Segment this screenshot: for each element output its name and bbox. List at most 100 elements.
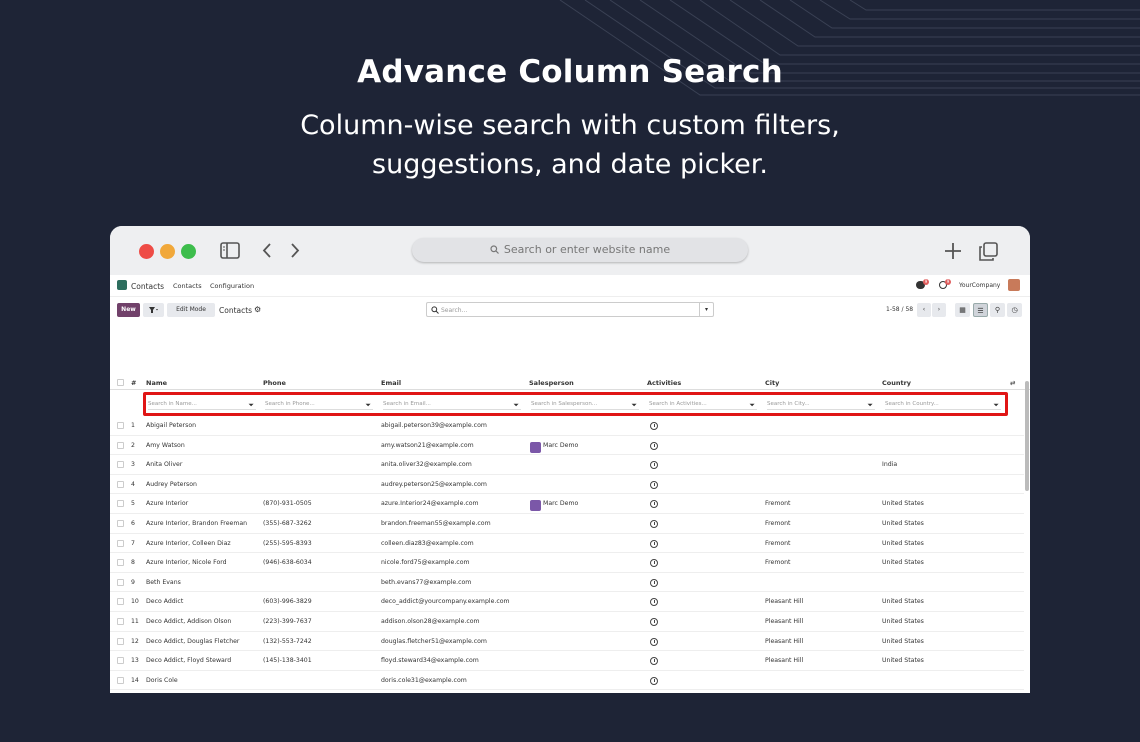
table-row[interactable]: 1 Abigail Peterson abigail.peterson39@exam… xyxy=(110,416,1024,436)
row-checkbox[interactable] xyxy=(117,480,124,488)
forward-arrow-icon[interactable] xyxy=(290,242,300,259)
module-name[interactable]: Contacts xyxy=(131,282,164,291)
cell-name: Beth Evans xyxy=(146,578,181,586)
menu-configuration[interactable]: Configuration xyxy=(210,282,254,290)
table-row[interactable]: 10 Deco Addict (603)-996-3829 deco_addict@y… xyxy=(110,592,1024,612)
row-checkbox[interactable] xyxy=(117,441,124,449)
close-window-button[interactable] xyxy=(139,244,154,259)
search-options-toggle[interactable]: ▾ xyxy=(699,303,713,316)
cell-country: United States xyxy=(882,520,924,527)
row-checkbox[interactable] xyxy=(117,461,124,469)
table-row[interactable]: 6 Azure Interior, Brandon Freeman (355)-68… xyxy=(110,514,1024,534)
activity-clock-icon[interactable] xyxy=(650,500,658,509)
new-button[interactable]: New xyxy=(117,303,140,317)
activity-clock-icon[interactable] xyxy=(650,657,658,666)
header-phone[interactable]: Phone xyxy=(263,379,286,387)
menu-contacts[interactable]: Contacts xyxy=(173,282,202,290)
activity-clock-icon[interactable] xyxy=(650,578,658,587)
pager-next-button[interactable]: › xyxy=(932,303,946,317)
row-checkbox[interactable] xyxy=(117,676,124,684)
cell-city: Pleasant Hill xyxy=(765,598,804,606)
cell-name: Deco Addict xyxy=(146,598,184,606)
activity-clock-icon[interactable] xyxy=(650,559,658,568)
header-email[interactable]: Email xyxy=(381,379,401,387)
activity-clock-icon[interactable] xyxy=(650,598,658,607)
activity-clock-icon[interactable] xyxy=(650,618,658,626)
table-row[interactable]: 11 Deco Addict, Addison Olson (223)-399-76… xyxy=(110,612,1024,632)
row-checkbox[interactable] xyxy=(117,657,124,665)
select-all-checkbox[interactable] xyxy=(117,379,124,386)
activity-clock-icon[interactable] xyxy=(650,637,658,646)
activity-clock-icon[interactable] xyxy=(650,461,658,470)
table-row[interactable]: 3 Anita Oliver anita.oliver32@example.com I… xyxy=(110,455,1024,475)
cell-salesperson: Marc Demo xyxy=(543,441,579,449)
activity-clock-icon[interactable] xyxy=(650,422,658,430)
table-row[interactable]: 5 Azure Interior (870)-931-0505 azure.Inter… xyxy=(110,494,1024,514)
edit-mode-button[interactable]: Edit Mode xyxy=(167,303,215,317)
table-row[interactable]: 13 Deco Addict, Floyd Steward (145)-138-34… xyxy=(110,651,1024,671)
row-checkbox[interactable] xyxy=(117,559,124,567)
banner-subtitle: Column-wise search with custom filters, … xyxy=(0,106,1140,184)
cell-n: 7 xyxy=(131,539,135,547)
table-row[interactable]: 14 Doris Cole doris.cole31@example.com xyxy=(110,671,1024,691)
activity-clock-icon[interactable] xyxy=(650,676,658,685)
maximize-window-button[interactable] xyxy=(181,244,196,259)
table-row[interactable]: 7 Azure Interior, Colleen Diaz (255)-595-8… xyxy=(110,534,1024,554)
cell-n: 1 xyxy=(131,422,135,429)
activity-view-button[interactable]: ◷ xyxy=(1007,303,1022,317)
user-avatar[interactable] xyxy=(1008,279,1020,291)
header-activities[interactable]: Activities xyxy=(647,379,681,387)
cell-n: 3 xyxy=(131,461,135,469)
map-view-button[interactable]: ⚲ xyxy=(990,303,1005,317)
activity-clock-icon[interactable] xyxy=(650,539,658,548)
gear-icon[interactable]: ⚙ xyxy=(254,305,261,314)
filter-dropdown-button[interactable] xyxy=(143,303,164,317)
new-tab-icon[interactable] xyxy=(944,242,962,260)
activity-clock-icon[interactable] xyxy=(650,520,658,528)
row-checkbox[interactable] xyxy=(117,520,124,527)
row-checkbox[interactable] xyxy=(117,578,124,586)
header-name[interactable]: Name xyxy=(146,379,167,387)
scrollbar-thumb[interactable] xyxy=(1025,381,1029,491)
row-checkbox[interactable] xyxy=(117,637,124,645)
cell-email: brandon.freeman55@example.com xyxy=(381,520,491,527)
activity-clock-icon[interactable] xyxy=(650,441,658,450)
cell-country: United States xyxy=(882,637,924,645)
sidebar-toggle-icon[interactable] xyxy=(220,242,240,259)
company-name[interactable]: YourCompany xyxy=(959,282,1000,289)
search-icon xyxy=(490,245,499,254)
table-row[interactable]: 2 Amy Watson amy.watson21@example.com Marc … xyxy=(110,436,1024,456)
cell-city: Fremont xyxy=(765,559,791,567)
pager-value[interactable]: 1-58 / 58 xyxy=(886,306,913,313)
back-arrow-icon[interactable] xyxy=(262,242,272,259)
table-row[interactable]: 15Eli Lamberteli.lambert22@example.comMa… xyxy=(110,690,1024,693)
row-checkbox[interactable] xyxy=(117,618,124,625)
address-bar[interactable]: Search or enter website name xyxy=(412,238,748,262)
table-row[interactable]: 8 Azure Interior, Nicole Ford (946)-638-60… xyxy=(110,553,1024,573)
tabs-overview-icon[interactable] xyxy=(979,242,998,261)
top-navbar: Contacts Contacts Configuration 9 9 Your… xyxy=(110,275,1030,297)
cell-country: United States xyxy=(882,618,924,625)
cell-country: United States xyxy=(882,559,924,567)
search-bar[interactable]: Search... ▾ xyxy=(426,302,714,317)
list-view-button[interactable]: ☰ xyxy=(973,303,988,317)
header-salesperson[interactable]: Salesperson xyxy=(529,379,574,387)
row-checkbox[interactable] xyxy=(117,422,124,429)
table-row[interactable]: 4 Audrey Peterson audrey.peterson25@exampl… xyxy=(110,475,1024,495)
row-checkbox[interactable] xyxy=(117,500,124,508)
row-checkbox[interactable] xyxy=(117,598,124,606)
header-city[interactable]: City xyxy=(765,379,779,387)
salesperson-avatar xyxy=(530,441,541,453)
table-row[interactable]: 12 Deco Addict, Douglas Fletcher (132)-553… xyxy=(110,632,1024,652)
minimize-window-button[interactable] xyxy=(160,244,175,259)
activity-clock-icon[interactable] xyxy=(650,480,658,489)
contacts-app-icon[interactable] xyxy=(117,280,127,290)
pager-previous-button[interactable]: ‹ xyxy=(917,303,931,317)
kanban-view-button[interactable]: ▦ xyxy=(955,303,970,317)
cell-n: 2 xyxy=(131,441,135,449)
cell-email: abigail.peterson39@example.com xyxy=(381,422,487,429)
table-row[interactable]: 9 Beth Evans beth.evans77@example.com xyxy=(110,573,1024,593)
row-checkbox[interactable] xyxy=(117,539,124,547)
optional-columns-icon[interactable]: ⇄ xyxy=(1010,379,1015,387)
header-country[interactable]: Country xyxy=(882,379,911,387)
